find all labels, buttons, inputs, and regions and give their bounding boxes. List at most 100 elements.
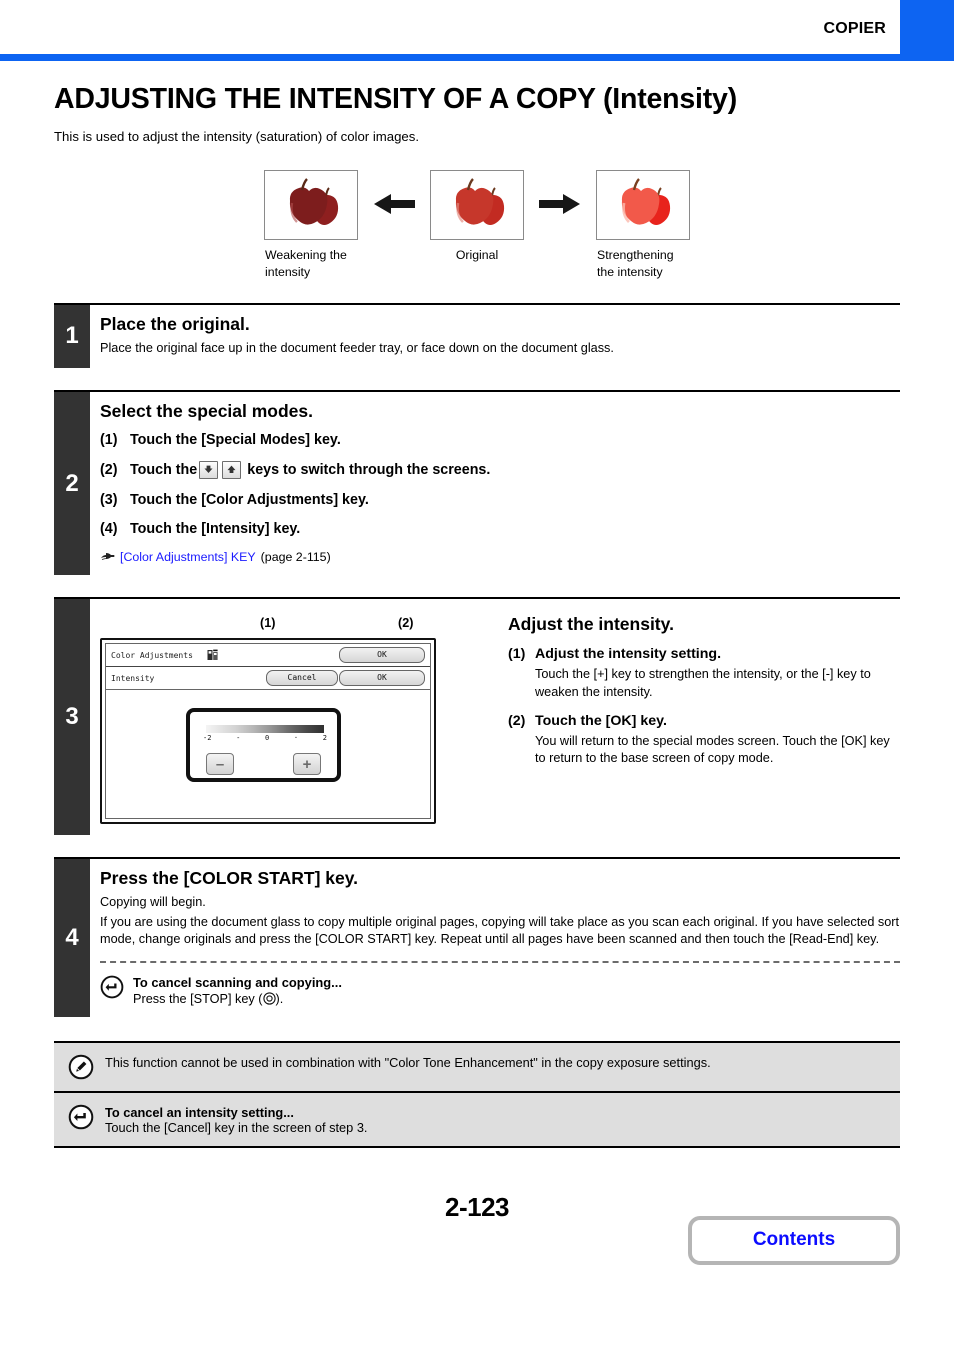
figure-item-weak: Weakening the intensity [263,170,359,280]
intensity-plus-button[interactable]: + [293,753,321,776]
notes-section: This function cannot be used in combinat… [54,1040,900,1148]
intensity-minus-button[interactable]: – [206,753,234,776]
substep-4-mark: (4) [100,521,118,538]
substep-1-text: Touch the [Special Modes] key. [130,432,341,449]
lcd-title-label: Color Adjustments [111,650,193,660]
substep-2-text-after: keys to switch through the screens. [247,462,491,479]
callout-1-label: (1) [260,616,276,631]
substep-4: (4) Touch the [Intensity] key. [100,521,900,537]
substep-2: (2) Touch the keys to switch through the… [100,461,900,480]
step-3-substep-2-text: You will return to the special modes scr… [535,733,890,766]
step-3-title: Adjust the intensity. [508,614,674,635]
page-content: ADJUSTING THE INTENSITY OF A COPY (Inten… [0,83,954,1282]
scale-tick-0: -2 [203,734,212,743]
intensity-adjust-panel: -2 - 0 · 2 – + [186,708,341,783]
step-3: 3 (1) (2) Color Adjustments OK Intensity… [54,597,900,836]
header-accent-tab [900,0,954,54]
stop-key-icon [262,991,276,1005]
color-adjust-icon [207,649,220,662]
substep-3-mark: (3) [100,492,118,509]
substep-3: (3) Touch the [Color Adjustments] key. [100,492,900,508]
step-3-substep-2: (2) Touch the [OK] key. You will return … [508,713,900,769]
figure-item-original: Original [429,170,525,264]
cancel-scanning-tip: To cancel scanning and copying... Press … [100,975,900,1006]
step-4-title: Press the [COLOR START] key. [100,868,359,889]
header-rule [0,54,954,61]
arrow-left-icon [359,170,429,238]
lcd-ok-button[interactable]: OK [339,670,425,687]
pencil-note-icon [68,1054,94,1080]
scale-tick-2: 0 [265,734,270,743]
apples-normal-icon [430,170,524,241]
step-2-number: 2 [54,392,90,576]
step-1: 1 Place the original. Place the original… [54,302,900,369]
cross-reference-link[interactable]: [Color Adjustments] KEY [120,550,256,564]
stop-key-text-after: ). [275,991,284,1006]
section-label: COPIER [823,20,886,37]
apples-dark-icon [264,170,358,241]
contents-button-label: Contents [752,1229,836,1251]
figure-caption-weak: Weakening the intensity [265,248,347,279]
step-3-substep-1-title: Adjust the intensity setting. [535,646,722,663]
lcd-screen-illustration: (1) (2) Color Adjustments OK Intensity C… [100,608,500,825]
lcd-subtitle-row: Intensity Cancel OK [106,667,430,691]
page-header: COPIER [0,0,954,61]
note-cancel-intensity-title: To cancel an intensity setting... [105,1104,294,1120]
step-3-substep-1: (1) Adjust the intensity setting. Touch … [508,646,900,702]
return-arrow-icon [68,1104,94,1130]
lcd-title-row: Color Adjustments OK [106,644,430,668]
contents-button[interactable]: Contents [688,1215,900,1265]
page-title: ADJUSTING THE INTENSITY OF A COPY (Inten… [54,83,737,115]
step-2-substeps: (1) Touch the [Special Modes] key. (2) T… [100,432,900,564]
step-3-substep-2-title: Touch the [OK] key. [535,712,667,729]
step-4-line-2: If you are using the document glass to c… [100,914,900,947]
scroll-up-arrow-icon[interactable] [222,461,242,480]
scale-tick-3: · [293,734,299,743]
substep-1-mark: (1) [100,432,118,449]
step-3-instructions: Adjust the intensity. (1) Adjust the int… [500,608,900,824]
step-1-text: Place the original face up in the docume… [100,340,614,355]
cancel-scanning-tip-title: To cancel scanning and copying... [133,974,342,990]
step-2-title: Select the special modes. [100,401,314,422]
step-1-title: Place the original. [100,313,250,334]
lcd-intensity-label: Intensity [111,673,155,683]
note-cancel-intensity: To cancel an intensity setting... Touch … [54,1090,900,1146]
step-3-substep-1-mark: (1) [508,646,526,663]
note-cancel-intensity-text: Touch the [Cancel] key in the screen of … [105,1119,368,1135]
substep-4-text: Touch the [Intensity] key. [130,521,301,538]
intensity-scale: -2 - 0 · 2 [203,734,327,742]
lcd-outer-frame: Color Adjustments OK Intensity Cancel OK… [100,638,436,825]
step-4-divider [100,960,900,963]
return-arrow-icon [100,975,124,999]
figure-caption-strong: Strengthening the intensity [597,248,674,279]
step-4-number: 4 [54,859,90,1017]
intensity-comparison-figure: Weakening the intensity Original Strengt… [54,170,900,280]
minus-icon: – [215,755,225,773]
scale-tick-4: 2 [322,734,327,743]
step-4: 4 Press the [COLOR START] key. Copying w… [54,857,900,1017]
intensity-gradient-bar [206,725,324,734]
cross-reference[interactable]: [Color Adjustments] KEY (page 2-115) [100,550,900,564]
page-footer: 2-123 Contents [54,1192,900,1282]
cross-reference-page: (page 2-115) [260,550,331,565]
lcd-callouts: (1) (2) [100,616,500,638]
scroll-down-arrow-icon[interactable] [199,461,219,480]
plus-icon: + [302,755,312,773]
callout-2-label: (2) [398,616,414,631]
scale-tick-1: - [236,734,241,743]
stop-key-text-before: Press the [STOP] key ( [133,991,263,1006]
intro-text: This is used to adjust the intensity (sa… [54,129,420,145]
figure-caption-original: Original [455,248,499,263]
step-3-substep-2-mark: (2) [508,712,526,729]
lcd-cancel-button[interactable]: Cancel [266,670,338,687]
note-restriction-text: This function cannot be used in combinat… [105,1054,711,1070]
substep-3-text: Touch the [Color Adjustments] key. [130,492,369,509]
step-2: 2 Select the special modes. (1) Touch th… [54,390,900,576]
step-1-number: 1 [54,304,90,369]
step-3-number: 3 [54,599,90,836]
lcd-inner-screen: Color Adjustments OK Intensity Cancel OK… [105,643,431,820]
cancel-scanning-tip-text: Press the [STOP] key ( ). [133,992,342,1006]
substep-2-mark: (2) [100,462,118,479]
lcd-ok-button-top[interactable]: OK [339,647,425,664]
figure-item-strong: Strengthening the intensity [595,170,691,280]
